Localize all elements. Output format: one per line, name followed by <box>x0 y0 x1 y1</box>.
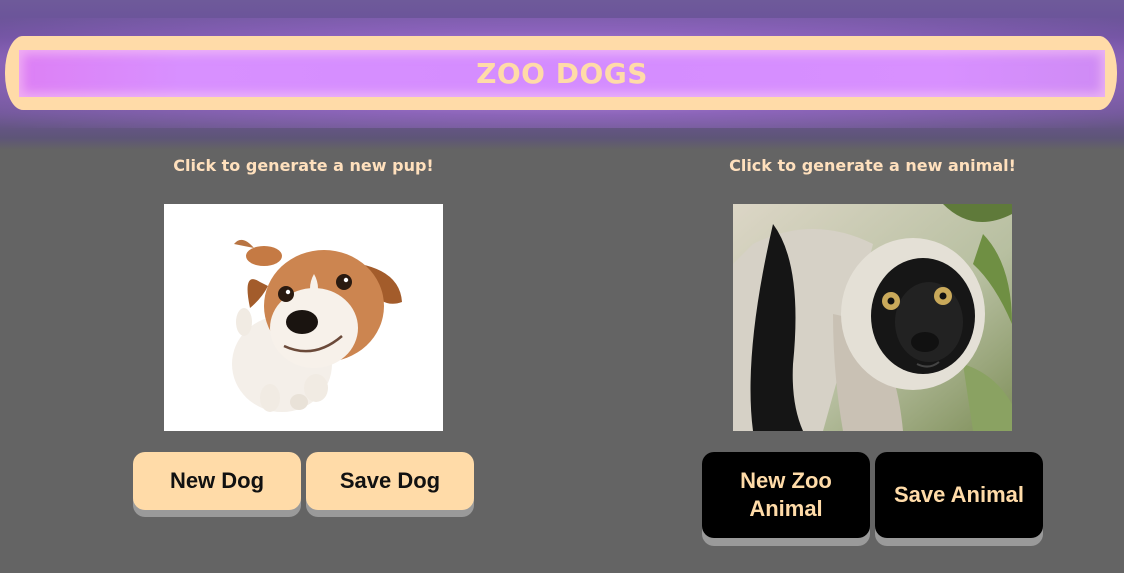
page-title: ZOO DOGS <box>476 57 648 90</box>
zoo-prompt: Click to generate a new animal! <box>729 156 1016 175</box>
save-animal-button[interactable]: Save Animal <box>875 452 1043 538</box>
save-dog-button[interactable]: Save Dog <box>306 452 474 510</box>
dog-prompt: Click to generate a new pup! <box>173 156 434 175</box>
new-dog-button[interactable]: New Dog <box>133 452 301 510</box>
dog-image <box>164 204 443 431</box>
new-zoo-animal-button[interactable]: New Zoo Animal <box>702 452 870 538</box>
zoo-animal-image <box>733 204 1012 431</box>
